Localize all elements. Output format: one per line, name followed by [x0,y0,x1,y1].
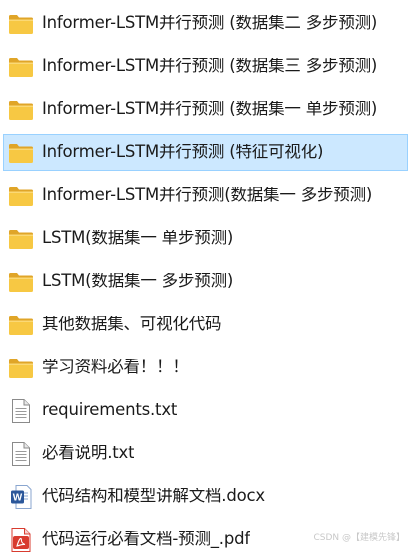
file-name: Informer-LSTM并行预测 (数据集一 单步预测) [42,101,378,118]
file-list-item[interactable]: Informer-LSTM并行预测 (数据集三 多步预测) [3,48,408,85]
file-list: Informer-LSTM并行预测 (数据集二 多步预测) Informer-LS… [0,0,411,552]
folder-icon [8,184,34,208]
file-name: 必看说明.txt [42,445,135,462]
file-name: Informer-LSTM并行预测 (数据集三 多步预测) [42,58,378,75]
file-name: LSTM(数据集一 单步预测) [42,230,234,247]
file-name: Informer-LSTM并行预测 (数据集二 多步预测) [42,15,378,32]
file-name: requirements.txt [42,402,178,419]
folder-icon [8,12,34,36]
folder-icon [8,55,34,79]
file-name: 其他数据集、可视化代码 [42,316,222,333]
file-list-item[interactable]: requirements.txt [3,392,408,429]
file-name: LSTM(数据集一 多步预测) [42,273,234,290]
folder-icon [8,313,34,337]
file-name: Informer-LSTM并行预测 (特征可视化) [42,144,324,161]
svg-text:W: W [13,492,23,503]
folder-icon [8,141,34,165]
csdn-watermark: CSDN @【建模先锋】 [313,533,405,543]
folder-icon [8,356,34,380]
file-list-item[interactable]: 必看说明.txt [3,435,408,472]
file-name: 代码结构和模型讲解文档.docx [42,488,265,505]
file-list-item[interactable]: LSTM(数据集一 单步预测) [3,220,408,257]
file-list-item[interactable]: 学习资料必看！！！ [3,349,408,386]
text-file-icon [8,441,34,466]
file-list-item[interactable]: Informer-LSTM并行预测 (数据集二 多步预测) [3,5,408,42]
file-name: Informer-LSTM并行预测(数据集一 多步预测) [42,187,373,204]
file-name: 代码运行必看文档-预测_.pdf [42,531,251,548]
file-list-item[interactable]: Informer-LSTM并行预测(数据集一 多步预测) [3,177,408,214]
file-list-item[interactable]: LSTM(数据集一 多步预测) [3,263,408,300]
file-list-item[interactable]: Informer-LSTM并行预测 (数据集一 单步预测) [3,91,408,128]
file-list-item[interactable]: W 代码结构和模型讲解文档.docx [3,478,408,515]
file-list-item[interactable]: Informer-LSTM并行预测 (特征可视化) [3,134,408,171]
pdf-file-icon [8,527,34,552]
text-file-icon [8,398,34,423]
file-name: 学习资料必看！！！ [42,359,189,376]
folder-icon [8,270,34,294]
word-doc-icon: W [8,484,34,509]
folder-icon [8,98,34,122]
file-list-item[interactable]: 其他数据集、可视化代码 [3,306,408,343]
folder-icon [8,227,34,251]
